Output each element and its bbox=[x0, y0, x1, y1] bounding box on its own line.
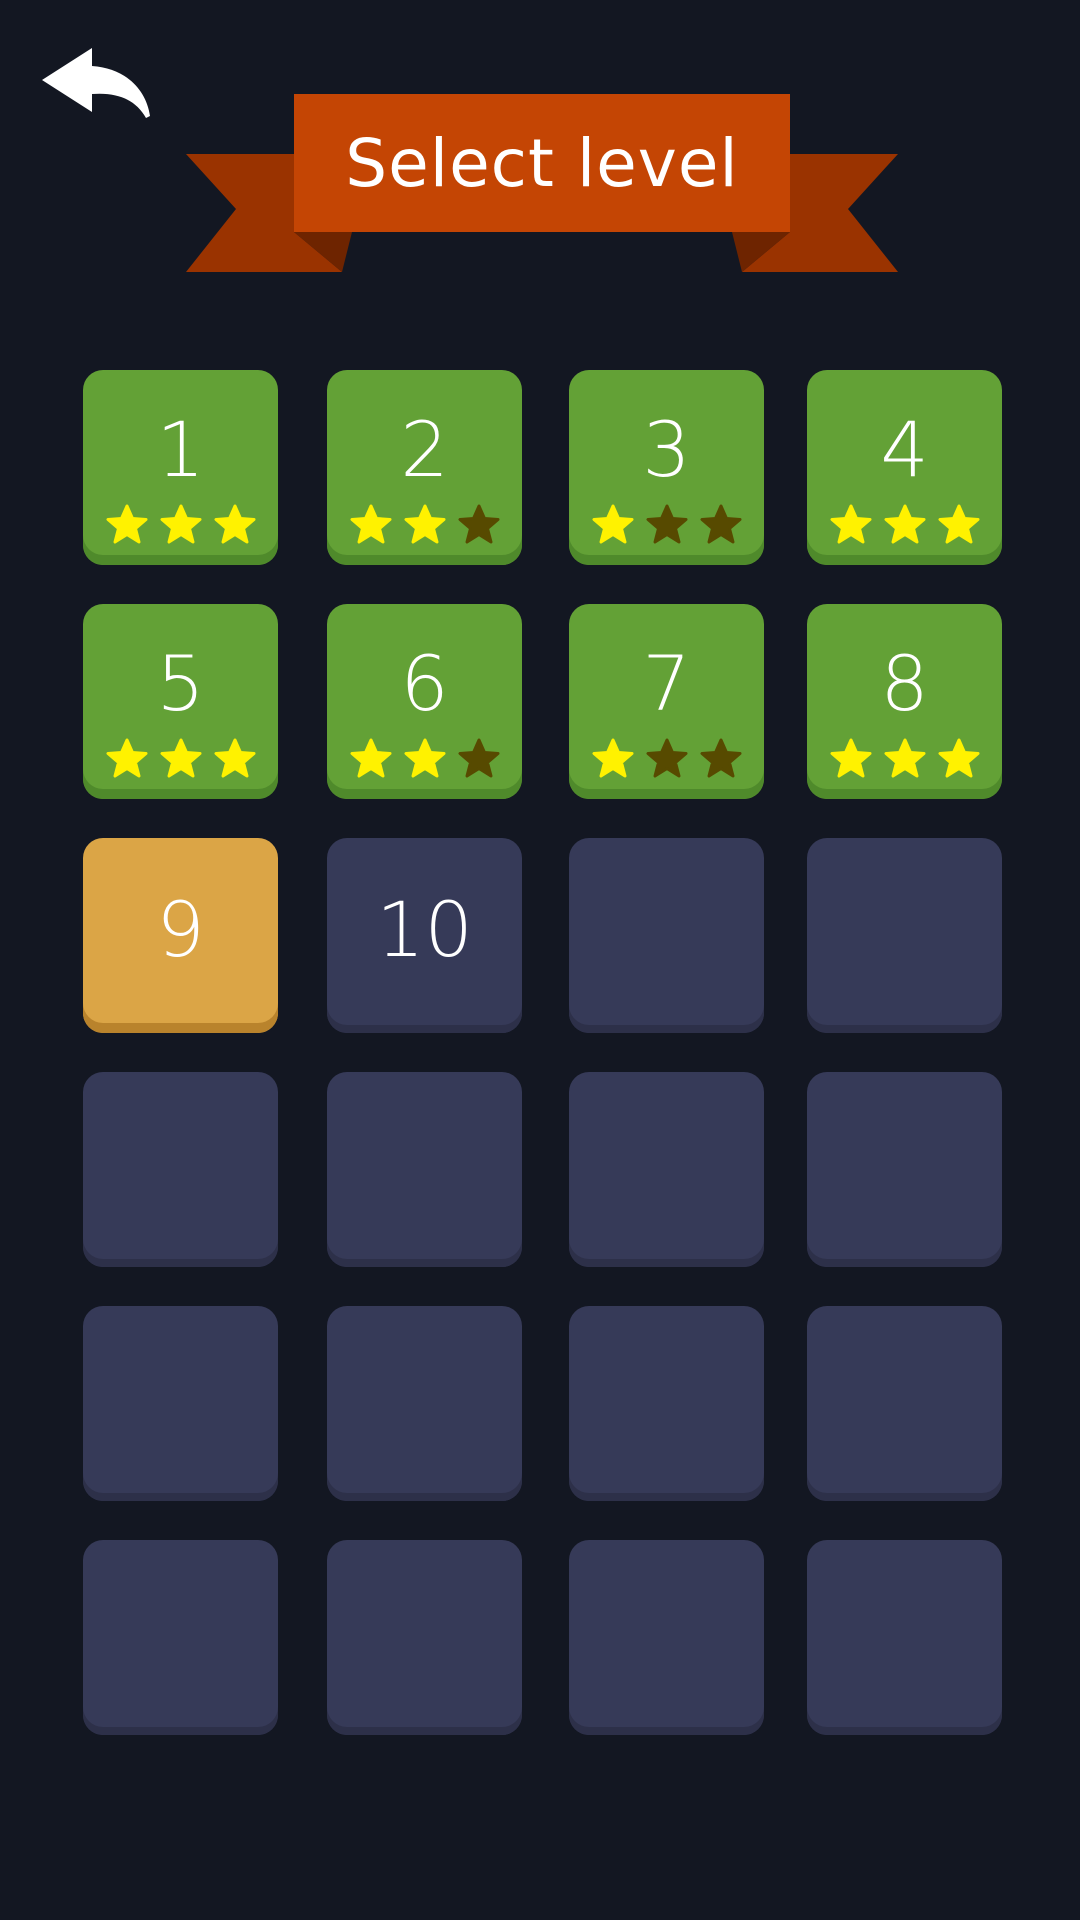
level-tile bbox=[83, 1072, 278, 1267]
level-number: 6 bbox=[400, 639, 449, 728]
level-tile[interactable]: 8 bbox=[807, 604, 1002, 799]
level-tile bbox=[569, 1072, 764, 1267]
level-number: 2 bbox=[400, 405, 449, 494]
level-tile[interactable]: 10 bbox=[327, 838, 522, 1033]
star-filled-icon bbox=[404, 738, 445, 778]
level-number: 10 bbox=[376, 885, 473, 974]
star-filled-icon bbox=[884, 738, 925, 778]
level-tile bbox=[569, 1540, 764, 1735]
star-rating bbox=[569, 504, 764, 548]
star-filled-icon bbox=[592, 738, 633, 778]
star-empty-icon bbox=[700, 504, 741, 544]
level-tile[interactable]: 5 bbox=[83, 604, 278, 799]
star-filled-icon bbox=[938, 504, 979, 544]
level-number: 8 bbox=[880, 639, 929, 728]
star-rating bbox=[327, 738, 522, 782]
star-rating bbox=[83, 738, 278, 782]
star-filled-icon bbox=[350, 504, 391, 544]
star-filled-icon bbox=[884, 504, 925, 544]
star-filled-icon bbox=[938, 738, 979, 778]
level-number: 7 bbox=[642, 639, 691, 728]
level-tile[interactable]: 7 bbox=[569, 604, 764, 799]
level-tile bbox=[807, 838, 1002, 1033]
star-rating bbox=[83, 504, 278, 548]
star-empty-icon bbox=[646, 504, 687, 544]
level-tile[interactable]: 6 bbox=[327, 604, 522, 799]
star-filled-icon bbox=[106, 504, 147, 544]
level-number: 5 bbox=[156, 639, 205, 728]
star-rating bbox=[807, 738, 1002, 782]
level-tile bbox=[83, 1540, 278, 1735]
star-empty-icon bbox=[646, 738, 687, 778]
level-number: 3 bbox=[642, 405, 691, 494]
star-rating bbox=[327, 504, 522, 548]
star-empty-icon bbox=[700, 738, 741, 778]
star-filled-icon bbox=[214, 738, 255, 778]
level-tile bbox=[807, 1540, 1002, 1735]
level-tile[interactable]: 3 bbox=[569, 370, 764, 565]
star-filled-icon bbox=[404, 504, 445, 544]
star-filled-icon bbox=[160, 504, 201, 544]
level-tile bbox=[569, 1306, 764, 1501]
star-filled-icon bbox=[592, 504, 633, 544]
star-filled-icon bbox=[106, 738, 147, 778]
level-tile[interactable]: 9 bbox=[83, 838, 278, 1033]
back-arrow-icon bbox=[42, 48, 150, 118]
level-number: 4 bbox=[880, 405, 929, 494]
level-tile bbox=[83, 1306, 278, 1501]
star-rating bbox=[569, 738, 764, 782]
level-tile bbox=[327, 1540, 522, 1735]
level-tile bbox=[327, 1306, 522, 1501]
level-number: 1 bbox=[156, 405, 205, 494]
title-banner: Select level bbox=[186, 94, 898, 272]
star-empty-icon bbox=[458, 504, 499, 544]
level-tile bbox=[807, 1072, 1002, 1267]
level-tile bbox=[327, 1072, 522, 1267]
star-filled-icon bbox=[214, 504, 255, 544]
star-filled-icon bbox=[830, 738, 871, 778]
star-filled-icon bbox=[830, 504, 871, 544]
level-number: 9 bbox=[156, 885, 205, 974]
star-rating bbox=[807, 504, 1002, 548]
level-tile bbox=[807, 1306, 1002, 1501]
star-filled-icon bbox=[160, 738, 201, 778]
back-button[interactable] bbox=[38, 42, 152, 124]
level-tile[interactable]: 1 bbox=[83, 370, 278, 565]
page-title: Select level bbox=[345, 124, 739, 202]
level-tile[interactable]: 2 bbox=[327, 370, 522, 565]
star-filled-icon bbox=[350, 738, 391, 778]
level-tile bbox=[569, 838, 764, 1033]
star-empty-icon bbox=[458, 738, 499, 778]
level-tile[interactable]: 4 bbox=[807, 370, 1002, 565]
